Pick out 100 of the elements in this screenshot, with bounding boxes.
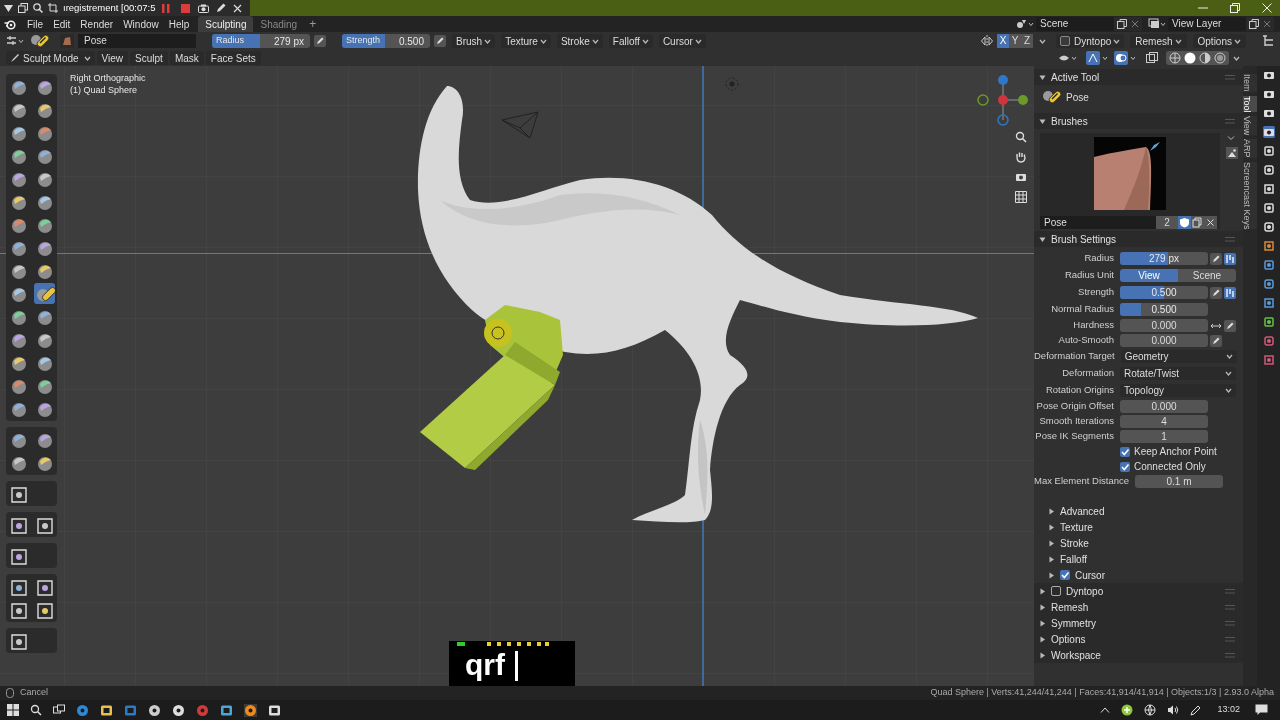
panel-header[interactable]: Advanced — [1034, 503, 1243, 519]
panel-header[interactable]: Brush Settings — [1034, 231, 1243, 247]
panel-title: Remesh — [1051, 600, 1089, 615]
panel-header[interactable]: Workspace — [1034, 647, 1243, 663]
dropdown[interactable]: Topology — [1120, 384, 1236, 397]
axis-toggle[interactable]: Z — [1021, 34, 1034, 48]
slider-value: 0.500 — [398, 34, 425, 48]
menu-item[interactable]: Help — [163, 16, 195, 32]
slider[interactable]: 0.500 — [1120, 303, 1208, 316]
header-menu[interactable]: Texture — [501, 34, 551, 48]
panel-title: Dyntopo — [1066, 584, 1104, 599]
header-menu[interactable]: Remesh — [1130, 34, 1187, 48]
number-field[interactable]: 0.000 — [1120, 334, 1208, 347]
menu-item[interactable]: Render — [75, 16, 119, 32]
scene-statistics: Quad Sphere | Verts:41,244/41,244 | Faces:41,914/41,914 | Objects:1/3 | 2.93.0 Alpha — [930, 686, 1274, 700]
header-menu[interactable]: Brush — [452, 34, 496, 48]
viewport-menu[interactable]: Face Sets — [205, 51, 261, 65]
viewport-menu[interactable]: Mask — [169, 51, 204, 65]
slider-value: 279 px — [273, 34, 305, 48]
field-label: Strength — [1077, 285, 1115, 300]
panel-title: Cursor — [1075, 568, 1105, 583]
sidebar-tab[interactable]: Item — [1243, 74, 1257, 92]
slider-label: Strength — [345, 34, 381, 48]
menu-item[interactable]: Window — [118, 16, 164, 32]
number-field[interactable]: 4 — [1120, 415, 1208, 428]
field-label: Auto-Smooth — [1057, 333, 1115, 348]
header-slider[interactable]: Radius 279 px — [212, 34, 310, 48]
clock: 13:02 — [1217, 703, 1240, 717]
field-label: Smooth Iterations — [1038, 414, 1115, 429]
field-label: Pose IK Segments — [1034, 429, 1115, 444]
field-label: Max Element Distance — [1034, 474, 1131, 489]
slider-value: 0.500 — [1151, 303, 1177, 316]
panel-header[interactable]: Active Tool — [1034, 69, 1243, 85]
workspace-tab[interactable]: Sculpting — [198, 16, 254, 32]
panel-title: Brushes — [1051, 114, 1088, 129]
axis-toggle[interactable]: X — [997, 34, 1010, 48]
pressed-keys-text: qrf — [465, 647, 505, 683]
panel-header[interactable]: Texture — [1034, 519, 1243, 535]
panel-header[interactable]: Cursor — [1034, 567, 1243, 583]
panel-title: Stroke — [1060, 536, 1089, 551]
object-name: (1) Quad Sphere — [70, 84, 138, 96]
slider[interactable]: 279 px — [1120, 252, 1208, 265]
add-workspace-button[interactable]: + — [304, 18, 322, 30]
name-field[interactable]: View Layer — [1168, 17, 1246, 31]
header-menu[interactable]: Options — [1192, 34, 1246, 48]
sidebar-tab[interactable]: ARP — [1243, 139, 1257, 158]
panel-title: Brush Settings — [1051, 232, 1117, 247]
sidebar-tab[interactable]: Screencast Keys — [1243, 161, 1257, 230]
panel-title: Falloff — [1060, 552, 1088, 567]
toggle-option[interactable]: Scene — [1178, 269, 1236, 282]
panel-header[interactable]: Options — [1034, 631, 1243, 647]
brush-name-field[interactable]: Pose — [78, 34, 196, 48]
checkbox-label: Connected Only — [1134, 460, 1206, 474]
header-menu[interactable]: Falloff — [608, 34, 653, 48]
field-label: Deformation — [1061, 366, 1115, 381]
menu-item[interactable]: File — [22, 16, 49, 32]
checkbox-label: Keep Anchor Point — [1134, 445, 1217, 459]
recording-title: ıregistrement [00:07:5 — [63, 0, 156, 15]
axis-toggle[interactable]: Y — [1009, 34, 1022, 48]
number-field[interactable]: 0.000 — [1120, 319, 1208, 332]
field-label: Radius — [1083, 251, 1115, 266]
panel-header[interactable]: Symmetry — [1034, 615, 1243, 631]
slider[interactable]: 0.500 — [1120, 286, 1208, 299]
panel-header[interactable]: Remesh — [1034, 599, 1243, 615]
dropdown[interactable]: Rotate/Twist — [1120, 367, 1236, 380]
field-label: Pose Origin Offset — [1035, 399, 1115, 414]
toggle-option[interactable]: View — [1120, 269, 1178, 282]
header-slider[interactable]: Strength 0.500 — [342, 34, 430, 48]
field-label: Hardness — [1072, 318, 1115, 333]
sidebar-tab[interactable]: Tool — [1243, 95, 1257, 113]
slider-value: 0.500 — [1151, 286, 1177, 299]
slider-value: 279 px — [1149, 252, 1179, 265]
sidebar-tab[interactable]: View — [1243, 116, 1257, 136]
panel-header[interactable]: Falloff — [1034, 551, 1243, 567]
viewport-menu[interactable]: Sculpt — [130, 51, 168, 65]
number-field[interactable]: 1 — [1120, 430, 1208, 443]
panel-title: Workspace — [1051, 648, 1101, 663]
header-menu[interactable]: Cursor — [658, 34, 706, 48]
mode-dropdown[interactable]: Sculpt Mode — [6, 51, 95, 65]
panel-header[interactable]: Brushes — [1034, 113, 1243, 129]
menu-item[interactable]: Edit — [48, 16, 76, 32]
field-label: Normal Radius — [1050, 302, 1115, 317]
user-count[interactable]: 2 — [1156, 215, 1178, 229]
active-tool-name: Pose — [1066, 90, 1089, 105]
number-field[interactable]: 0.000 — [1120, 400, 1208, 413]
name-field[interactable]: Scene — [1036, 17, 1114, 31]
field-label: Rotation Origins — [1044, 383, 1115, 398]
field-label: Radius Unit — [1063, 268, 1115, 283]
panel-header[interactable]: Dyntopo — [1034, 583, 1243, 599]
panel-header[interactable]: Stroke — [1034, 535, 1243, 551]
panel-title: Texture — [1060, 520, 1093, 535]
workspace-tab[interactable]: Shading — [253, 16, 305, 32]
panel-title: Active Tool — [1051, 70, 1100, 85]
viewport-menu[interactable]: View — [96, 51, 129, 65]
number-field[interactable]: 0.1 m — [1135, 475, 1224, 488]
dropdown[interactable]: Geometry — [1120, 350, 1237, 363]
view-name: Right Orthographic — [70, 72, 146, 84]
header-menu[interactable]: Stroke — [556, 34, 603, 48]
brush-name-field[interactable]: Pose — [1040, 215, 1156, 229]
panel-title: Symmetry — [1051, 616, 1096, 631]
